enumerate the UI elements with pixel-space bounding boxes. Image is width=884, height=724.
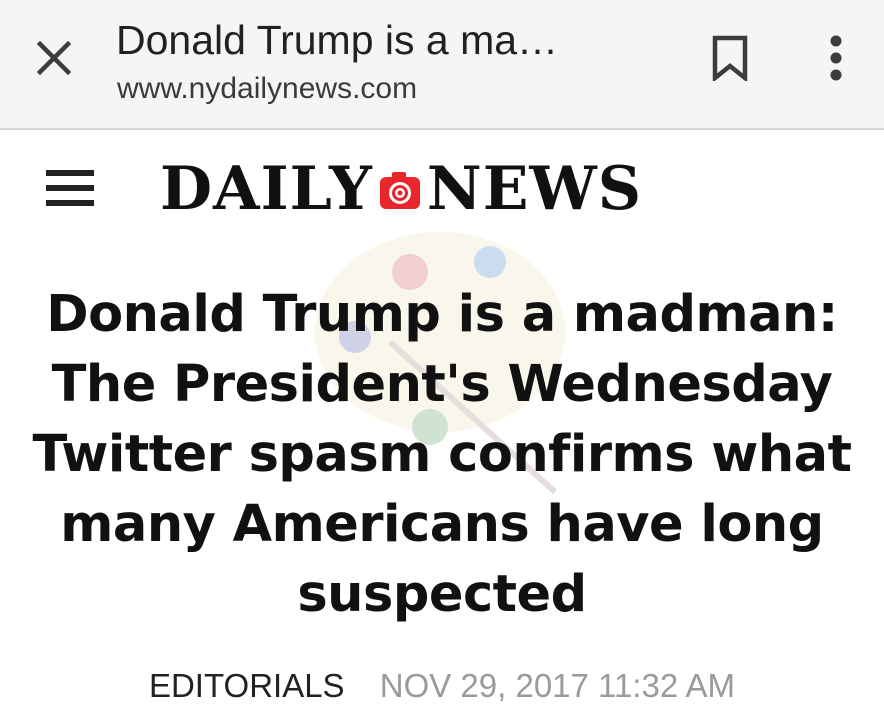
more-options-button[interactable]: [806, 30, 866, 90]
tab-title: Donald Trump is a ma…: [116, 17, 559, 63]
logo-text-right: NEWS: [426, 154, 643, 224]
close-button[interactable]: [24, 30, 84, 90]
daily-news-logo[interactable]: DAILY NEWS: [160, 152, 642, 226]
site-menu-button[interactable]: [38, 160, 102, 220]
article-meta: EDITORIALS NOV 29, 2017 11:32 AM: [0, 662, 884, 710]
bookmark-icon: [710, 35, 750, 86]
headline-line: suspected: [297, 565, 587, 624]
camera-logo-icon: [379, 171, 421, 211]
tab-url[interactable]: www.nydailynews.com: [117, 70, 417, 108]
headline-line: many Americans have long: [60, 495, 824, 554]
headline-line: Twitter spasm confirms what: [32, 425, 852, 484]
section-link[interactable]: EDITORIALS: [149, 667, 345, 704]
bookmark-button[interactable]: [700, 30, 760, 90]
custom-tab-toolbar: Donald Trump is a ma… www.nydailynews.co…: [0, 0, 884, 130]
headline-line: The President's Wednesday: [51, 355, 833, 414]
close-icon: [34, 38, 74, 83]
hamburger-menu-icon: [44, 167, 96, 214]
page: Donald Trump is a ma… www.nydailynews.co…: [0, 0, 884, 724]
more-vert-icon: [828, 34, 844, 87]
publish-date: NOV 29, 2017 11:32 AM: [379, 667, 736, 704]
headline-line: Donald Trump is a madman:: [46, 285, 838, 344]
article-headline: Donald Trump is a madman: The President'…: [30, 280, 854, 630]
logo-text-left: DAILY: [160, 154, 373, 224]
